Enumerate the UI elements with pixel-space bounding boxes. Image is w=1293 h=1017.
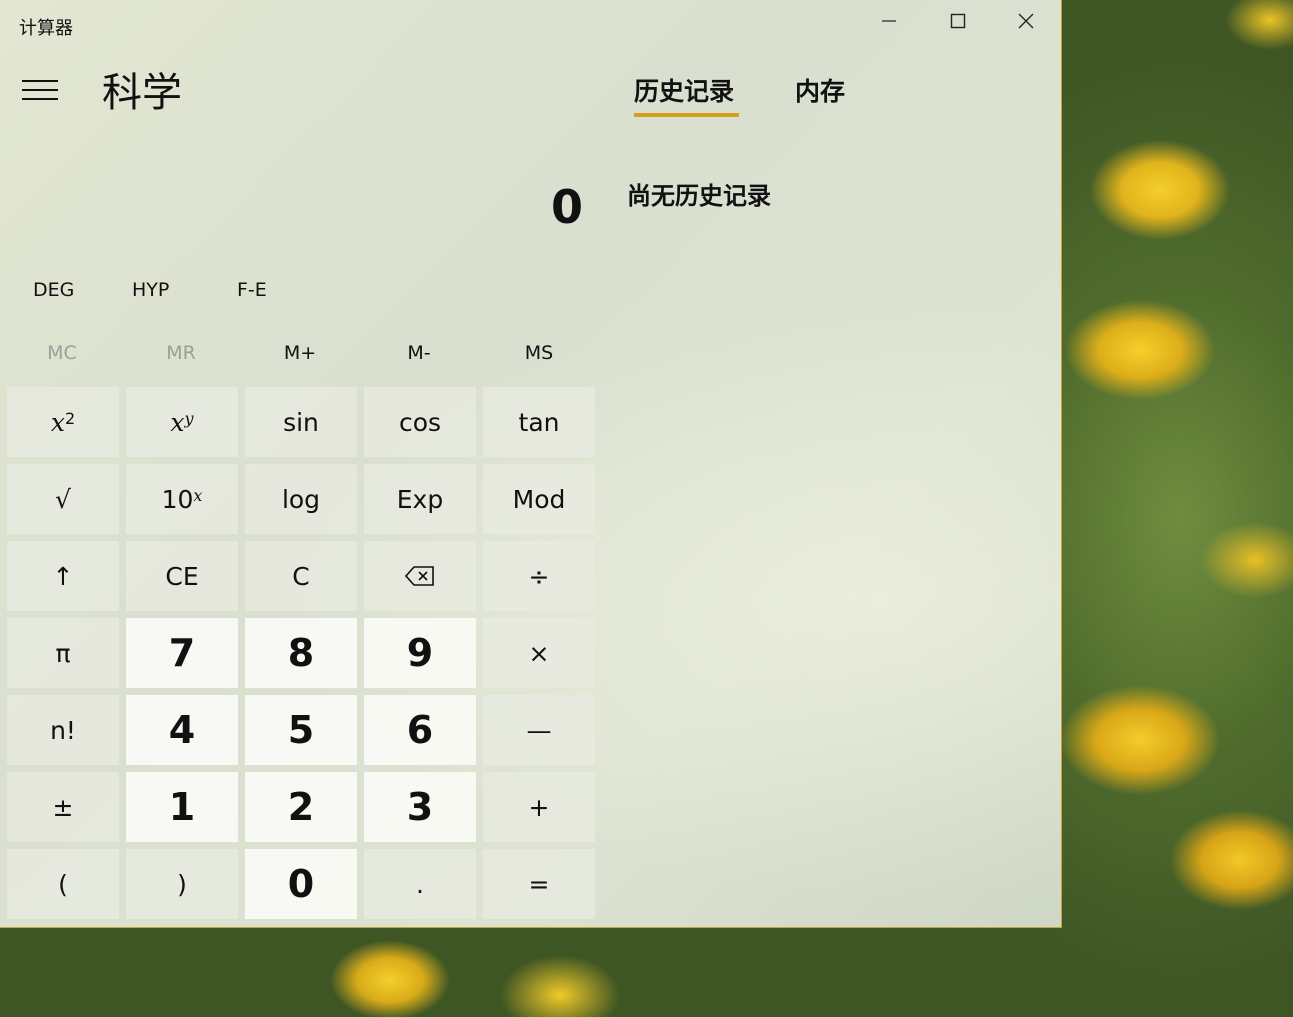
negate-button[interactable]: ±	[7, 772, 119, 842]
shift-button[interactable]: ↑	[7, 541, 119, 611]
fe-button[interactable]: F-E	[237, 279, 267, 301]
log-button[interactable]: log	[245, 464, 357, 534]
tab-history[interactable]: 历史记录	[634, 72, 734, 108]
close-button[interactable]	[1006, 4, 1046, 38]
tan-button[interactable]: tan	[483, 387, 595, 457]
key-label: x	[170, 407, 185, 437]
key-label: x	[50, 407, 65, 437]
angle-mode-button[interactable]: DEG	[33, 279, 74, 301]
ten-power-button[interactable]: 10 x	[126, 464, 238, 534]
key-label: 10	[161, 484, 194, 514]
memory-store-button[interactable]: MS	[484, 342, 594, 364]
result-display: 0	[550, 180, 583, 234]
digit-6-button[interactable]: 6	[364, 695, 476, 765]
divide-button[interactable]: ÷	[483, 541, 595, 611]
equals-button[interactable]: =	[483, 849, 595, 919]
digit-3-button[interactable]: 3	[364, 772, 476, 842]
hamburger-icon-line	[22, 98, 58, 100]
backspace-icon	[405, 566, 434, 586]
power-button[interactable]: xy	[126, 387, 238, 457]
maximize-icon	[950, 13, 966, 29]
minimize-icon	[882, 20, 896, 22]
key-exponent: 2	[64, 408, 76, 428]
app-title: 计算器	[19, 18, 73, 39]
pi-button[interactable]: π	[7, 618, 119, 688]
active-tab-indicator	[634, 113, 739, 117]
tab-memory[interactable]: 内存	[795, 72, 845, 108]
multiply-button[interactable]: ×	[483, 618, 595, 688]
memory-subtract-button[interactable]: M-	[364, 342, 474, 364]
hamburger-icon-line	[22, 89, 58, 91]
open-paren-button[interactable]: (	[7, 849, 119, 919]
decimal-button[interactable]: .	[364, 849, 476, 919]
memory-recall-button[interactable]: MR	[126, 342, 236, 364]
menu-button[interactable]	[22, 78, 60, 102]
add-button[interactable]: +	[483, 772, 595, 842]
history-empty-message: 尚无历史记录	[627, 182, 771, 210]
digit-9-button[interactable]: 9	[364, 618, 476, 688]
digit-0-button[interactable]: 0	[245, 849, 357, 919]
sqrt-button[interactable]: √	[7, 464, 119, 534]
cos-button[interactable]: cos	[364, 387, 476, 457]
key-exponent: x	[193, 485, 203, 505]
digit-2-button[interactable]: 2	[245, 772, 357, 842]
clear-button[interactable]: C	[245, 541, 357, 611]
minimize-button[interactable]	[869, 4, 909, 38]
close-icon	[1018, 13, 1034, 29]
close-paren-button[interactable]: )	[126, 849, 238, 919]
keypad: x2 xy sin cos tan √ 10 x log Exp Mod ↑ CE…	[7, 387, 595, 919]
sin-button[interactable]: sin	[245, 387, 357, 457]
subtract-button[interactable]: —	[483, 695, 595, 765]
digit-8-button[interactable]: 8	[245, 618, 357, 688]
maximize-button[interactable]	[938, 4, 978, 38]
key-exponent: y	[184, 408, 194, 428]
digit-7-button[interactable]: 7	[126, 618, 238, 688]
digit-5-button[interactable]: 5	[245, 695, 357, 765]
mod-button[interactable]: Mod	[483, 464, 595, 534]
backspace-button[interactable]	[364, 541, 476, 611]
digit-4-button[interactable]: 4	[126, 695, 238, 765]
calculator-window: 计算器 科学 历史记录 内存 尚无历史记录 0 DEG HYP F-E MC M…	[0, 0, 1062, 928]
square-button[interactable]: x2	[7, 387, 119, 457]
factorial-button[interactable]: n!	[7, 695, 119, 765]
exp-button[interactable]: Exp	[364, 464, 476, 534]
clear-entry-button[interactable]: CE	[126, 541, 238, 611]
memory-clear-button[interactable]: MC	[7, 342, 117, 364]
memory-add-button[interactable]: M+	[245, 342, 355, 364]
hyp-button[interactable]: HYP	[132, 279, 169, 301]
mode-title: 科学	[102, 70, 182, 116]
hamburger-icon-line	[22, 80, 58, 82]
digit-1-button[interactable]: 1	[126, 772, 238, 842]
